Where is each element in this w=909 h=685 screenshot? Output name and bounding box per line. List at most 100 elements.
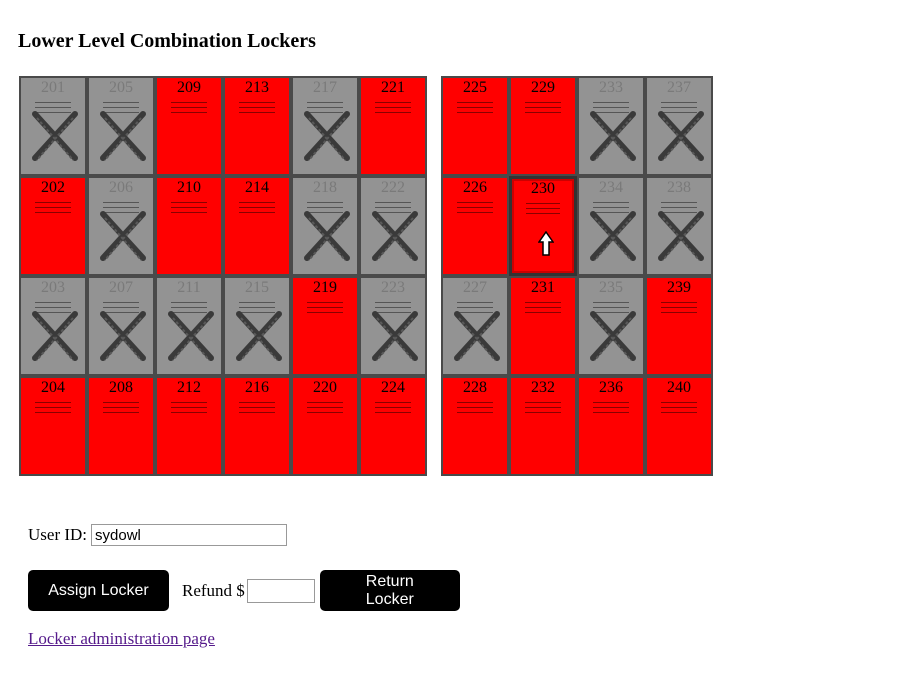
locker-admin-link[interactable]: Locker administration page xyxy=(28,629,215,649)
locker-217[interactable]: 217 xyxy=(291,76,359,176)
locker-210[interactable]: 210 xyxy=(155,176,223,276)
locker-230[interactable]: 230 xyxy=(509,176,577,276)
locker-number: 219 xyxy=(313,279,337,296)
x-mark-icon xyxy=(100,111,146,161)
x-mark-icon xyxy=(100,211,146,261)
locker-number: 230 xyxy=(531,180,555,197)
assign-locker-button[interactable]: Assign Locker xyxy=(28,570,169,611)
x-mark-icon xyxy=(236,311,282,361)
locker-218[interactable]: 218 xyxy=(291,176,359,276)
locker-number: 238 xyxy=(667,179,691,196)
locker-number: 232 xyxy=(531,379,555,396)
refund-input[interactable] xyxy=(246,578,315,603)
locker-number: 216 xyxy=(245,379,269,396)
locker-203[interactable]: 203 xyxy=(19,276,87,376)
locker-238[interactable]: 238 xyxy=(645,176,713,276)
locker-number: 204 xyxy=(41,379,65,396)
locker-number: 236 xyxy=(599,379,623,396)
locker-vents xyxy=(171,202,207,217)
locker-223[interactable]: 223 xyxy=(359,276,427,376)
locker-number: 226 xyxy=(463,179,487,196)
locker-239[interactable]: 239 xyxy=(645,276,713,376)
user-id-input[interactable] xyxy=(91,524,288,546)
locker-205[interactable]: 205 xyxy=(87,76,155,176)
locker-number: 234 xyxy=(599,179,623,196)
locker-number: 237 xyxy=(667,79,691,96)
locker-number: 223 xyxy=(381,279,405,296)
x-mark-icon xyxy=(590,311,636,361)
locker-233[interactable]: 233 xyxy=(577,76,645,176)
x-mark-icon xyxy=(100,311,146,361)
locker-number: 225 xyxy=(463,79,487,96)
locker-bank-right: 225 229 233 237 226 230 234 238 227 231 235 239 228 2… xyxy=(441,76,713,476)
locker-202[interactable]: 202 xyxy=(19,176,87,276)
locker-201[interactable]: 201 xyxy=(19,76,87,176)
locker-204[interactable]: 204 xyxy=(19,376,87,476)
action-row: Assign Locker Refund $ Return Locker xyxy=(28,570,460,611)
locker-207[interactable]: 207 xyxy=(87,276,155,376)
locker-232[interactable]: 232 xyxy=(509,376,577,476)
locker-number: 227 xyxy=(463,279,487,296)
locker-206[interactable]: 206 xyxy=(87,176,155,276)
locker-vents xyxy=(35,202,71,217)
locker-224[interactable]: 224 xyxy=(359,376,427,476)
locker-227[interactable]: 227 xyxy=(441,276,509,376)
locker-226[interactable]: 226 xyxy=(441,176,509,276)
locker-number: 215 xyxy=(245,279,269,296)
locker-number: 235 xyxy=(599,279,623,296)
locker-240[interactable]: 240 xyxy=(645,376,713,476)
locker-216[interactable]: 216 xyxy=(223,376,291,476)
locker-237[interactable]: 237 xyxy=(645,76,713,176)
locker-vents xyxy=(457,102,493,117)
locker-number: 203 xyxy=(41,279,65,296)
locker-number: 205 xyxy=(109,79,133,96)
locker-228[interactable]: 228 xyxy=(441,376,509,476)
x-mark-icon xyxy=(658,111,704,161)
locker-number: 224 xyxy=(381,379,405,396)
locker-221[interactable]: 221 xyxy=(359,76,427,176)
locker-236[interactable]: 236 xyxy=(577,376,645,476)
locker-211[interactable]: 211 xyxy=(155,276,223,376)
locker-209[interactable]: 209 xyxy=(155,76,223,176)
locker-vents xyxy=(171,402,207,417)
return-locker-button[interactable]: Return Locker xyxy=(319,570,460,611)
locker-212[interactable]: 212 xyxy=(155,376,223,476)
locker-number: 201 xyxy=(41,79,65,96)
locker-number: 231 xyxy=(531,279,555,296)
locker-number: 218 xyxy=(313,179,337,196)
locker-vents xyxy=(525,402,561,417)
locker-235[interactable]: 235 xyxy=(577,276,645,376)
locker-215[interactable]: 215 xyxy=(223,276,291,376)
locker-234[interactable]: 234 xyxy=(577,176,645,276)
user-id-row: User ID: xyxy=(28,524,288,546)
locker-vents xyxy=(661,402,697,417)
locker-231[interactable]: 231 xyxy=(509,276,577,376)
locker-bank-left: 201 205 209 213 217 221 202 206 210 214 218 222 203 2… xyxy=(19,76,427,476)
locker-219[interactable]: 219 xyxy=(291,276,359,376)
locker-208[interactable]: 208 xyxy=(87,376,155,476)
locker-number: 239 xyxy=(667,279,691,296)
up-arrow-icon xyxy=(538,231,554,256)
locker-225[interactable]: 225 xyxy=(441,76,509,176)
locker-vents xyxy=(457,202,493,217)
locker-number: 206 xyxy=(109,179,133,196)
locker-213[interactable]: 213 xyxy=(223,76,291,176)
x-mark-icon xyxy=(590,111,636,161)
locker-vents xyxy=(375,402,411,417)
locker-number: 202 xyxy=(41,179,65,196)
locker-vents xyxy=(661,302,697,317)
locker-number: 208 xyxy=(109,379,133,396)
locker-222[interactable]: 222 xyxy=(359,176,427,276)
x-mark-icon xyxy=(304,211,350,261)
locker-number: 211 xyxy=(177,279,201,296)
x-mark-icon xyxy=(304,111,350,161)
locker-number: 207 xyxy=(109,279,133,296)
locker-number: 213 xyxy=(245,79,269,96)
refund-label: Refund $ xyxy=(182,580,245,600)
locker-vents xyxy=(375,102,411,117)
locker-229[interactable]: 229 xyxy=(509,76,577,176)
x-mark-icon xyxy=(372,211,418,261)
locker-214[interactable]: 214 xyxy=(223,176,291,276)
locker-220[interactable]: 220 xyxy=(291,376,359,476)
x-mark-icon xyxy=(168,311,214,361)
